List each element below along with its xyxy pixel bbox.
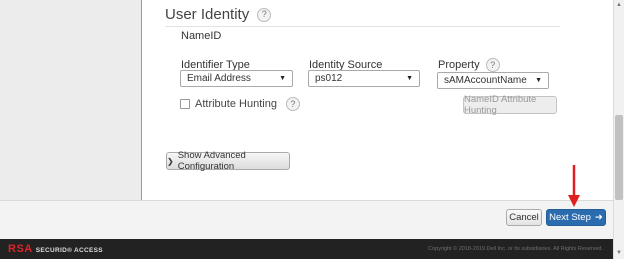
section-title-text: User Identity bbox=[165, 6, 250, 23]
help-icon[interactable]: ? bbox=[285, 97, 300, 111]
help-icon[interactable]: ? bbox=[485, 58, 500, 72]
scroll-up-icon[interactable]: ▲ bbox=[614, 2, 624, 8]
red-arrow-annotation bbox=[568, 165, 580, 207]
nameid-label: NameID bbox=[181, 30, 222, 42]
identity-source-select[interactable]: ps012 ▼ bbox=[308, 70, 420, 87]
scroll-down-icon[interactable]: ▼ bbox=[614, 250, 624, 256]
rsa-logo: RSA SECURID® ACCESS bbox=[8, 243, 103, 255]
next-step-label: Next Step bbox=[549, 212, 591, 223]
property-value: sAMAccountName bbox=[444, 75, 527, 86]
caret-down-icon: ▼ bbox=[535, 77, 542, 84]
main-content: User Identity ? NameID Identifier Type E… bbox=[143, 0, 613, 200]
identifier-type-select[interactable]: Email Address ▼ bbox=[180, 70, 293, 87]
logo-text: SECURID® ACCESS bbox=[35, 247, 103, 254]
next-step-button[interactable]: Next Step ➜ bbox=[546, 209, 606, 226]
scroll-thumb[interactable] bbox=[615, 115, 623, 200]
vertical-scrollbar[interactable]: ▲ ▼ bbox=[613, 0, 624, 259]
identity-source-value: ps012 bbox=[315, 73, 343, 84]
attribute-hunting-label: Attribute Hunting bbox=[195, 98, 277, 110]
title-divider bbox=[165, 26, 560, 27]
property-select[interactable]: sAMAccountName ▼ bbox=[437, 72, 549, 89]
caret-down-icon: ▼ bbox=[406, 75, 413, 82]
identifier-type-value: Email Address bbox=[187, 73, 251, 84]
left-rail bbox=[0, 0, 142, 200]
attribute-hunting-checkbox[interactable] bbox=[180, 99, 190, 109]
attribute-hunting-row: Attribute Hunting ? bbox=[180, 97, 300, 111]
caret-down-icon: ▼ bbox=[279, 75, 286, 82]
property-label: Property ? bbox=[438, 58, 500, 72]
arrow-right-icon: ➜ bbox=[594, 212, 603, 223]
logo-mark: RSA bbox=[8, 243, 33, 255]
chevron-down-icon: ❯ bbox=[167, 156, 174, 166]
section-title: User Identity ? bbox=[165, 6, 272, 23]
wizard-footer: Cancel Next Step ➜ bbox=[0, 200, 613, 239]
copyright-text: Copyright © 2018-2019 Dell Inc. or its s… bbox=[428, 246, 603, 252]
brand-bar: RSA SECURID® ACCESS Copyright © 2018-201… bbox=[0, 239, 613, 259]
show-advanced-configuration-button[interactable]: ❯ Show Advanced Configuration bbox=[166, 150, 290, 172]
help-icon[interactable]: ? bbox=[257, 7, 272, 22]
nameid-attribute-hunting-button[interactable]: NameID Attribute Hunting bbox=[463, 94, 557, 116]
show-advanced-label: Show Advanced Configuration bbox=[177, 150, 246, 172]
cancel-button[interactable]: Cancel bbox=[506, 209, 542, 226]
